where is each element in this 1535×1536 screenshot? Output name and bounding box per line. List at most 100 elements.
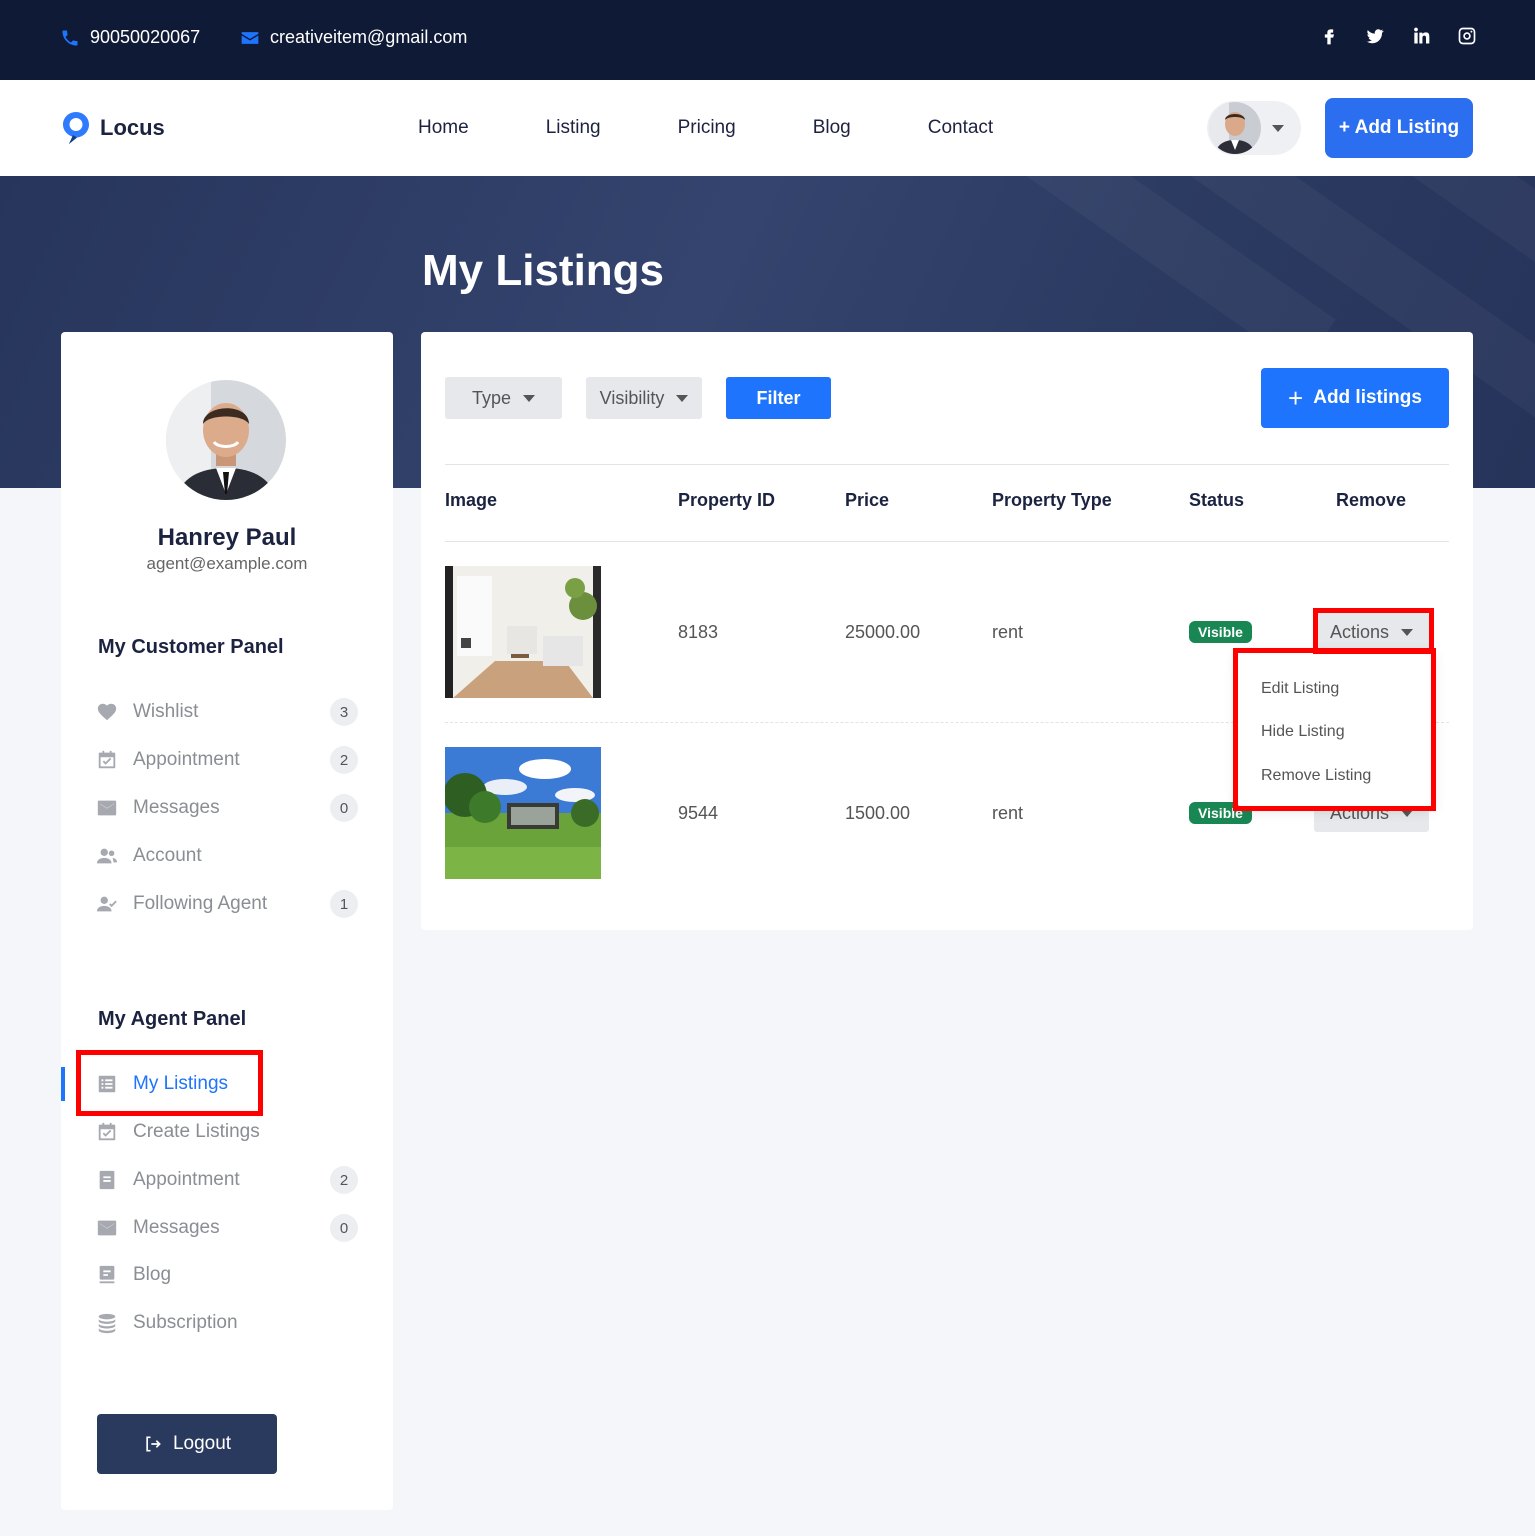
nav-menu: Home Listing Pricing Blog Contact (418, 117, 1070, 139)
listings-card: Type Visibility Filter + Add listings Im… (421, 332, 1473, 930)
profile-email: agent@example.com (146, 554, 308, 573)
add-listings-label: Add listings (1313, 387, 1422, 408)
sidebar-item-label: Wishlist (133, 701, 199, 722)
add-listings-button[interactable]: + Add listings (1261, 368, 1449, 428)
chevron-down-icon (1272, 125, 1284, 132)
nav-blog[interactable]: Blog (813, 117, 851, 139)
sidebar-item-appointment[interactable]: Appointment 2 (96, 745, 358, 775)
brand-logo[interactable]: Locus (60, 110, 165, 146)
main-navbar: Locus Home Listing Pricing Blog Contact … (0, 80, 1535, 176)
sidebar-item-label: Appointment (133, 1169, 240, 1190)
listing-image (445, 747, 601, 879)
user-menu-toggle[interactable] (1207, 101, 1301, 155)
customer-panel-title: My Customer Panel (98, 636, 284, 658)
remove-listing-menu-item[interactable]: Remove Listing (1261, 767, 1371, 785)
envelope-icon (96, 1217, 118, 1239)
sidebar-item-agent-messages[interactable]: Messages 0 (96, 1213, 358, 1243)
nav-listing[interactable]: Listing (546, 117, 601, 139)
sidebar-item-account[interactable]: Account (96, 841, 358, 871)
visibility-filter-label: Visibility (599, 387, 665, 408)
hide-listing-menu-item[interactable]: Hide Listing (1261, 723, 1345, 741)
linkedin-icon[interactable] (1411, 25, 1431, 47)
sidebar-item-create-listings[interactable]: Create Listings (96, 1117, 358, 1147)
envelope-icon (241, 31, 259, 44)
sidebar-item-messages[interactable]: Messages 0 (96, 793, 358, 823)
count-badge: 1 (330, 890, 358, 918)
col-price: Price (845, 490, 890, 510)
list-icon (96, 1073, 118, 1095)
property-price: 1500.00 (845, 803, 911, 823)
sidebar-item-label: My Listings (133, 1073, 229, 1094)
sidebar-item-label: Appointment (133, 749, 240, 770)
facebook-icon[interactable] (1319, 25, 1339, 47)
nav-home[interactable]: Home (418, 117, 469, 139)
page-title: My Listings (422, 246, 665, 295)
count-badge: 2 (330, 1166, 358, 1194)
type-filter-dropdown[interactable]: Type (445, 377, 562, 419)
col-property-type: Property Type (992, 490, 1112, 510)
col-remove: Remove (1336, 490, 1407, 510)
filter-button[interactable]: Filter (726, 377, 831, 419)
avatar (1209, 102, 1261, 154)
chevron-down-icon (523, 394, 536, 402)
count-badge: 3 (330, 698, 358, 726)
sidebar-item-blog[interactable]: Blog (96, 1260, 358, 1290)
sidebar-item-label: Messages (133, 797, 220, 818)
visibility-filter-dropdown[interactable]: Visibility (586, 377, 702, 419)
sidebar-item-label: Account (133, 845, 202, 866)
active-indicator (61, 1067, 65, 1101)
user-check-icon (96, 893, 118, 915)
nav-pricing[interactable]: Pricing (678, 117, 736, 139)
count-badge: 2 (330, 746, 358, 774)
dashboard-sidebar: Hanrey Paul agent@example.com My Custome… (61, 332, 393, 1510)
email-contact[interactable]: creativeitem@gmail.com (240, 27, 467, 48)
social-links (1319, 25, 1477, 47)
property-type: rent (992, 803, 1024, 823)
col-image: Image (445, 490, 498, 510)
logout-button[interactable]: Logout (97, 1414, 277, 1474)
property-price: 25000.00 (845, 622, 921, 642)
table-divider (445, 541, 1449, 542)
profile-name: Hanrey Paul (157, 524, 297, 551)
actions-dropdown-button[interactable]: Actions (1314, 613, 1429, 651)
listing-image (445, 566, 601, 698)
file-text-icon (96, 1169, 118, 1191)
property-id: 9544 (678, 803, 719, 823)
actions-dropdown-menu: Edit Listing Hide Listing Remove Listing (1237, 650, 1433, 806)
status-badge: Visible (1189, 621, 1252, 643)
location-pin-icon (63, 112, 89, 144)
chevron-down-icon (676, 394, 689, 402)
twitter-icon[interactable] (1365, 25, 1385, 47)
agent-panel-title: My Agent Panel (98, 1008, 247, 1030)
table-divider (445, 464, 1449, 465)
heart-icon (96, 701, 118, 723)
email-address: creativeitem@gmail.com (270, 27, 468, 47)
edit-listing-menu-item[interactable]: Edit Listing (1261, 680, 1339, 698)
count-badge: 0 (330, 1214, 358, 1242)
sidebar-item-label: Create Listings (133, 1121, 260, 1142)
chevron-down-icon (1401, 809, 1414, 817)
plus-icon: + (1288, 383, 1304, 413)
calendar-check-icon (96, 749, 118, 771)
nav-contact[interactable]: Contact (928, 117, 993, 139)
profile-avatar (166, 380, 286, 500)
sidebar-item-following-agent[interactable]: Following Agent 1 (96, 889, 358, 919)
chevron-down-icon (1401, 628, 1414, 636)
coins-icon (96, 1312, 118, 1334)
logout-label: Logout (172, 1433, 232, 1454)
sidebar-item-wishlist[interactable]: Wishlist 3 (96, 697, 358, 727)
phone-number: 90050020067 (90, 27, 201, 47)
blog-icon (96, 1264, 118, 1286)
sidebar-item-my-listings[interactable]: My Listings (96, 1069, 358, 1099)
sidebar-item-label: Blog (133, 1264, 172, 1285)
col-status: Status (1189, 490, 1245, 510)
sidebar-item-subscription[interactable]: Subscription (96, 1308, 358, 1338)
col-property-id: Property ID (678, 490, 776, 510)
add-listing-button[interactable]: + Add Listing (1325, 98, 1473, 158)
property-type: rent (992, 622, 1024, 642)
sidebar-item-agent-appointment[interactable]: Appointment 2 (96, 1165, 358, 1195)
phone-contact[interactable]: 90050020067 (60, 27, 200, 48)
envelope-icon (96, 797, 118, 819)
sidebar-item-label: Following Agent (133, 893, 268, 914)
instagram-icon[interactable] (1457, 25, 1477, 47)
